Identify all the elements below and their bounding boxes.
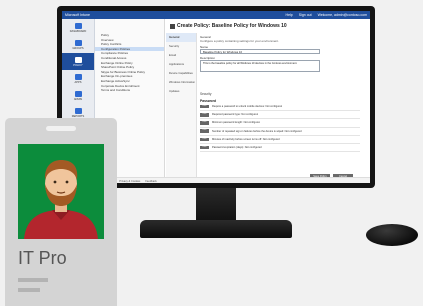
setting-toggle[interactable]: OFF (200, 113, 209, 117)
app-brand: Microsoft Intune (65, 13, 90, 17)
dashboard-icon (74, 22, 82, 29)
policy-icon (170, 23, 175, 29)
setting-row[interactable]: OFF Number of repeated sign-in failures b… (200, 128, 360, 136)
nav-label: ADMIN (73, 97, 83, 101)
panel-title: Create Policy: Baseline Policy for Windo… (170, 23, 287, 29)
top-links: Help Sign out Welcome, admin@contoso.com (286, 13, 367, 17)
nav-admin[interactable]: ADMIN (62, 87, 94, 104)
setting-toggle[interactable]: OFF (200, 145, 209, 150)
top-bar: Microsoft Intune Help Sign out Welcome, … (62, 11, 370, 19)
panel-title-text: Create Policy: Baseline Policy for Windo… (177, 23, 287, 29)
setting-row[interactable]: OFF Minimum password length: Not configur… (200, 119, 360, 128)
subnav-email[interactable]: Email (166, 51, 196, 60)
apps-icon (74, 73, 82, 80)
monitor-stand-neck (196, 188, 236, 224)
badge-name: IT Pro (18, 248, 67, 268)
general-description: Configure a policy containing settings f… (200, 39, 279, 43)
nav-label: APPS (74, 80, 82, 84)
badge-text-line (18, 278, 48, 282)
subnav-windows-information[interactable]: Windows Information (166, 78, 196, 87)
help-link[interactable]: Help (286, 13, 293, 17)
description-field[interactable]: This is the baseline policy for all Wind… (200, 60, 320, 72)
policy-form: General Configure a policy containing se… (200, 33, 368, 153)
admin-icon (74, 90, 82, 97)
setting-label: Password expiration (days): Not configur… (212, 146, 262, 150)
setting-row[interactable]: OFF Require a password to unlock mobile d… (200, 103, 360, 112)
badge-text-line (18, 288, 40, 292)
setting-row[interactable]: OFF Minutes of inactivity before screen t… (200, 136, 360, 144)
setting-row[interactable]: OFF Required password type: Not configure… (200, 111, 360, 120)
mouse-icon (366, 224, 418, 246)
subnav-applications[interactable]: Applications (166, 60, 196, 69)
policy-subnav: General Security Email Applications Devi… (166, 33, 197, 183)
setting-label: Minutes of inactivity before screen turn… (212, 137, 280, 141)
policy-icon (74, 56, 82, 63)
setting-label: Required password type: Not configured (212, 113, 259, 117)
subnav-general[interactable]: General (166, 33, 196, 42)
section-heading: Security (200, 92, 212, 96)
nav-policy[interactable]: POLICY (62, 53, 94, 70)
nav-label: GROUPS (72, 46, 84, 50)
person-icon (24, 160, 98, 239)
id-badge: IT Pro (5, 118, 117, 306)
badge-clip-slot (46, 126, 76, 131)
nav-dashboard[interactable]: DASHBOARD (62, 19, 94, 36)
subnav-device-capabilities[interactable]: Device Capabilities (166, 69, 196, 78)
setting-label: Minimum password length: Not configured (212, 121, 261, 125)
setting-label: Number of repeated sign-in failures befo… (212, 129, 302, 133)
subnav-security[interactable]: Security (166, 42, 196, 51)
setting-toggle[interactable]: OFF (200, 121, 209, 125)
user-greeting: Welcome, admin@contoso.com (317, 13, 367, 17)
reports-icon (74, 107, 82, 114)
sign-out-link[interactable]: Sign out (299, 13, 312, 17)
groups-icon (74, 39, 82, 46)
nav-apps[interactable]: APPS (62, 70, 94, 87)
setting-row[interactable]: OFF Password expiration (days): Not confi… (200, 144, 360, 153)
nav-groups[interactable]: GROUPS (62, 36, 94, 53)
feedback-link[interactable]: Feedback (145, 180, 156, 183)
privacy-link[interactable]: Privacy & Cookies (119, 180, 140, 183)
nav-label: POLICY (73, 63, 83, 67)
tree-item[interactable]: Terms and Conditions (95, 88, 164, 93)
name-field[interactable]: Baseline Policy for Windows 10 (200, 49, 320, 54)
monitor-stand-base (140, 220, 292, 238)
status-bar: System status Privacy & Cookies Feedback (95, 177, 370, 183)
setting-toggle[interactable]: OFF (200, 137, 209, 142)
setting-toggle[interactable]: OFF (200, 129, 209, 133)
nav-label: DASHBOARD (69, 29, 87, 33)
avatar (18, 144, 104, 239)
setting-toggle[interactable]: OFF (200, 104, 209, 109)
setting-label: Require a password to unlock mobile devi… (212, 105, 283, 109)
subnav-updates[interactable]: Updates (166, 87, 196, 96)
